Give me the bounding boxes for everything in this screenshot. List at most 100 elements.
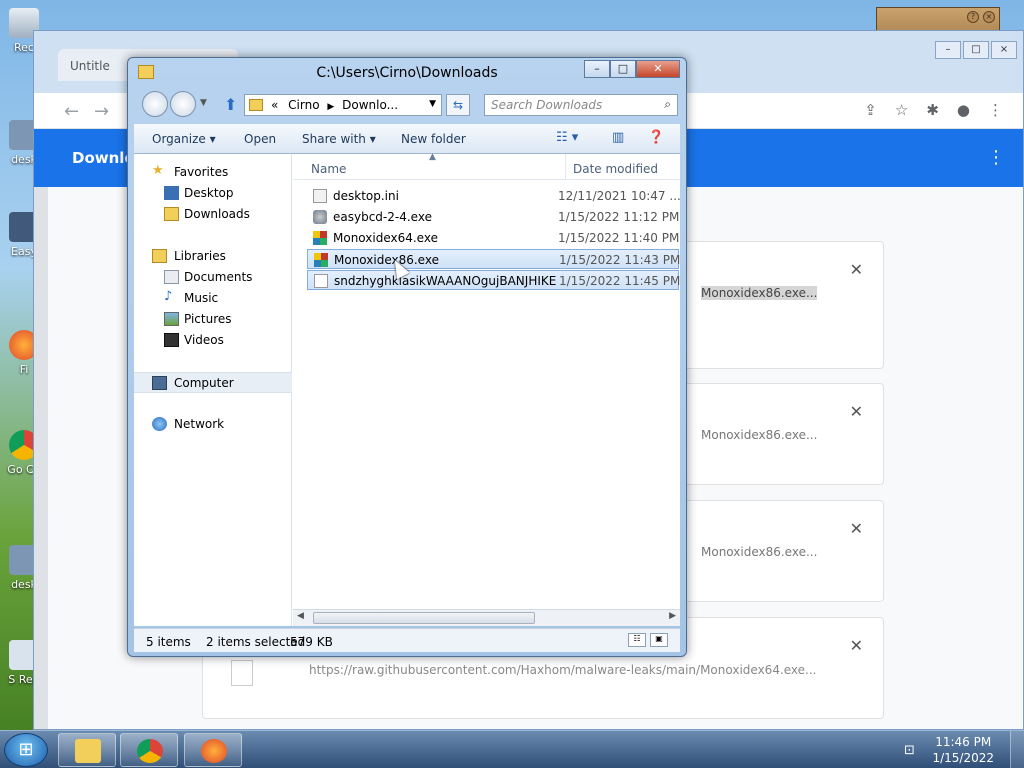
file-icon bbox=[231, 660, 253, 686]
horizontal-scrollbar[interactable]: ◀ ▶ bbox=[293, 609, 680, 626]
file-row[interactable]: Monoxidex64.exe 1/15/2022 11:40 PM bbox=[307, 228, 679, 248]
folder-icon bbox=[75, 739, 101, 763]
file-date: 12/11/2021 10:47 ... bbox=[558, 189, 681, 203]
help-icon[interactable]: ❓ bbox=[648, 130, 664, 145]
minimize-button[interactable]: – bbox=[584, 60, 610, 78]
download-filename[interactable]: Monoxidex86.exe... bbox=[701, 545, 817, 559]
open-label: Open bbox=[244, 132, 277, 146]
clock[interactable]: 11:46 PM 1/15/2022 bbox=[932, 734, 994, 766]
column-separator[interactable] bbox=[565, 154, 566, 180]
music-icon: ♪ bbox=[164, 289, 173, 304]
file-name: easybcd-2-4.exe bbox=[333, 210, 432, 224]
organize-button[interactable]: Organize ▾ bbox=[152, 132, 216, 146]
exe-icon bbox=[314, 253, 328, 267]
computer-icon bbox=[152, 376, 167, 390]
extensions-icon[interactable]: ✱ bbox=[926, 101, 939, 119]
sort-indicator-icon: ▲ bbox=[429, 152, 436, 162]
search-icon[interactable]: ⌕ bbox=[664, 97, 671, 112]
nav-downloads[interactable]: Downloads bbox=[134, 204, 292, 225]
forward-button[interactable] bbox=[170, 91, 196, 117]
nav-videos[interactable]: Videos bbox=[134, 330, 292, 351]
breadcrumb-downloads[interactable]: Downlo... bbox=[342, 98, 398, 112]
address-bar[interactable]: « Cirno ▶ Downlo... ▼ bbox=[244, 94, 442, 116]
file-row-selected[interactable]: Monoxidex86.exe 1/15/2022 11:43 PM bbox=[307, 249, 681, 269]
remove-download-icon[interactable]: ✕ bbox=[850, 402, 863, 421]
large-icons-view-icon[interactable]: ▣ bbox=[650, 633, 668, 647]
menu-icon[interactable]: ⋮ bbox=[988, 101, 1003, 119]
forward-arrow-icon[interactable]: → bbox=[94, 101, 109, 122]
file-date: 1/15/2022 11:43 PM bbox=[559, 253, 681, 267]
breadcrumb-overflow[interactable]: « bbox=[271, 98, 278, 112]
share-icon[interactable]: ⇪ bbox=[864, 101, 877, 119]
desktop-icon-label: Fi bbox=[19, 363, 29, 376]
view-options-icon[interactable]: ☷ ▾ bbox=[556, 130, 578, 145]
show-desktop-button[interactable] bbox=[1010, 731, 1024, 768]
nav-favorites[interactable]: ★ Favorites bbox=[134, 162, 292, 183]
close-button[interactable]: ✕ bbox=[636, 60, 680, 78]
file-row[interactable]: desktop.ini 12/11/2021 10:47 ... bbox=[307, 186, 681, 206]
scroll-right-icon[interactable]: ▶ bbox=[669, 611, 676, 621]
explorer-titlebar[interactable]: C:\Users\Cirno\Downloads – □ ✕ bbox=[128, 58, 686, 88]
desktop-icon bbox=[164, 186, 179, 200]
start-button[interactable]: ⊞ bbox=[4, 733, 48, 767]
download-filename[interactable]: Monoxidex86.exe... bbox=[701, 286, 818, 300]
search-input[interactable]: Search Downloads ⌕ bbox=[484, 94, 678, 116]
up-arrow-icon[interactable]: ⬆ bbox=[224, 95, 237, 114]
firefox-icon bbox=[201, 739, 227, 763]
share-with-button[interactable]: Share with ▾ bbox=[302, 132, 376, 146]
open-button[interactable]: Open bbox=[244, 132, 276, 146]
scrollbar-thumb[interactable] bbox=[313, 612, 535, 624]
file-date: 1/15/2022 11:12 PM bbox=[558, 210, 680, 224]
remove-download-icon[interactable]: ✕ bbox=[850, 636, 863, 655]
recent-pages-chevron-icon[interactable]: ▼ bbox=[200, 98, 207, 108]
nav-desktop[interactable]: Desktop bbox=[134, 183, 292, 204]
nav-pictures[interactable]: Pictures bbox=[134, 309, 292, 330]
installer-icon bbox=[313, 210, 327, 224]
close-button[interactable]: × bbox=[991, 41, 1017, 59]
nav-libraries[interactable]: Libraries bbox=[134, 246, 292, 267]
file-row-selected[interactable]: sndzhyghklasikWAAANOgujBANJHIKED... 1/15… bbox=[307, 270, 680, 290]
chrome-icon bbox=[137, 739, 163, 763]
help-icon[interactable]: ? bbox=[967, 11, 979, 23]
nav-label: Music bbox=[184, 291, 219, 305]
nav-documents[interactable]: Documents bbox=[134, 267, 292, 288]
refresh-button[interactable]: ⇆ bbox=[446, 94, 470, 116]
ini-file-icon bbox=[313, 189, 327, 203]
nav-music[interactable]: ♪ Music bbox=[134, 288, 292, 309]
taskbar-chrome[interactable] bbox=[120, 733, 178, 767]
column-headers: ▲ Name Date modified bbox=[293, 152, 680, 180]
remove-download-icon[interactable]: ✕ bbox=[850, 519, 863, 538]
page-title: Downlo bbox=[72, 149, 135, 167]
file-row[interactable]: easybcd-2-4.exe 1/15/2022 11:12 PM bbox=[307, 207, 679, 227]
download-url[interactable]: https://raw.githubusercontent.com/Haxhom… bbox=[309, 663, 817, 677]
explorer-body: ★ Favorites Desktop Downloads Libraries … bbox=[134, 152, 681, 626]
close-icon[interactable]: × bbox=[983, 11, 995, 23]
details-view-icon[interactable]: ☷ bbox=[628, 633, 646, 647]
taskbar-explorer[interactable] bbox=[58, 733, 116, 767]
documents-icon bbox=[164, 270, 179, 284]
minimize-button[interactable]: – bbox=[935, 41, 961, 59]
nav-label: Documents bbox=[184, 270, 253, 284]
preview-pane-icon[interactable]: ▥ bbox=[612, 130, 624, 145]
back-arrow-icon[interactable]: ← bbox=[64, 101, 79, 122]
maximize-button[interactable]: □ bbox=[610, 60, 636, 78]
more-options-icon[interactable]: ⋮ bbox=[987, 147, 1005, 168]
taskbar-firefox[interactable] bbox=[184, 733, 242, 767]
maximize-button[interactable]: □ bbox=[963, 41, 989, 59]
address-dropdown-icon[interactable]: ▼ bbox=[429, 99, 436, 109]
scroll-left-icon[interactable]: ◀ bbox=[297, 611, 304, 621]
file-name: Monoxidex64.exe bbox=[333, 231, 438, 245]
selection-size: 579 KB bbox=[290, 635, 333, 649]
profile-icon[interactable]: ● bbox=[957, 101, 970, 119]
remove-download-icon[interactable]: ✕ bbox=[850, 260, 863, 279]
bookmark-star-icon[interactable]: ☆ bbox=[895, 101, 908, 119]
breadcrumb-cirno[interactable]: Cirno bbox=[288, 98, 319, 112]
column-date-modified[interactable]: Date modified bbox=[573, 162, 658, 176]
download-filename[interactable]: Monoxidex86.exe... bbox=[701, 428, 817, 442]
new-folder-button[interactable]: New folder bbox=[401, 132, 466, 146]
nav-computer[interactable]: Computer bbox=[134, 372, 292, 393]
column-name[interactable]: Name bbox=[311, 162, 346, 176]
network-tray-icon[interactable]: ⊡ bbox=[904, 743, 915, 758]
back-button[interactable] bbox=[142, 91, 168, 117]
nav-network[interactable]: Network bbox=[134, 414, 292, 435]
